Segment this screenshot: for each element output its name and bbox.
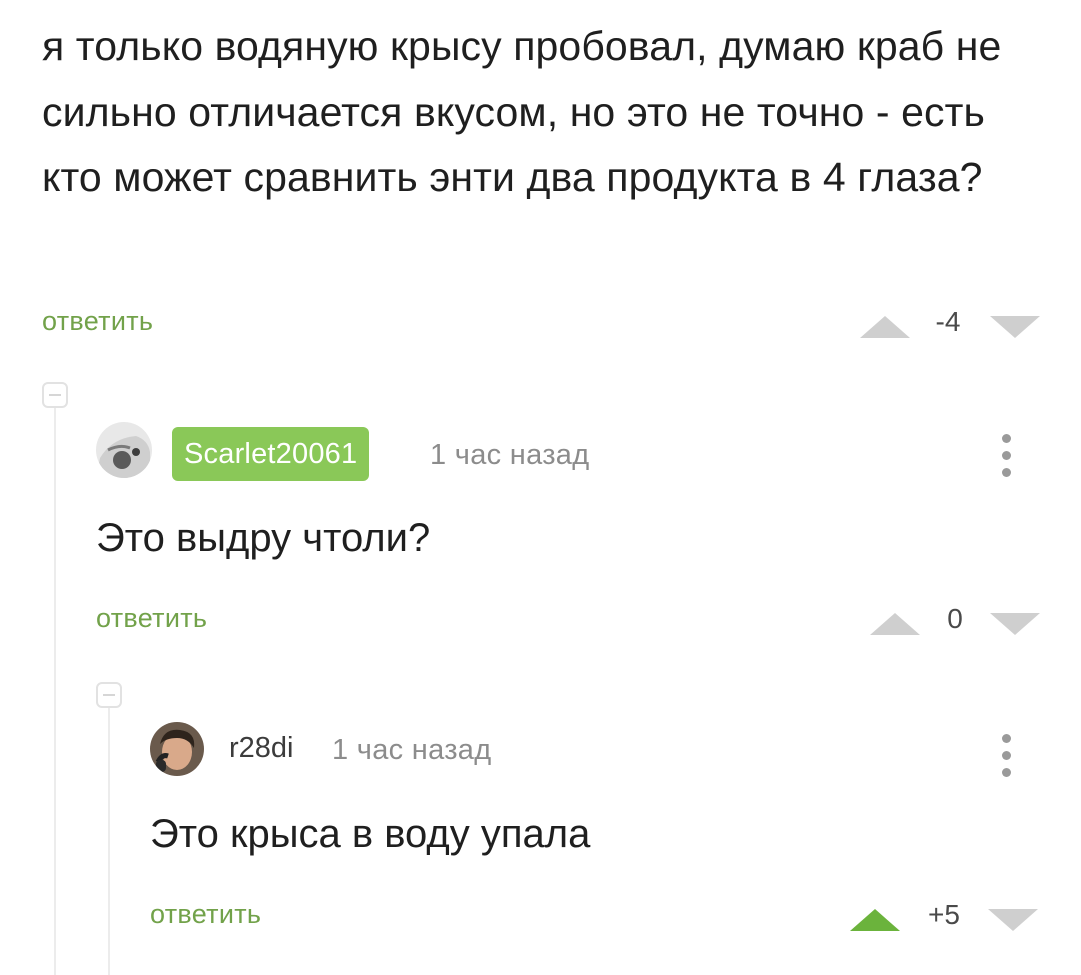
- downvote-icon[interactable]: [990, 613, 1040, 635]
- upvote-active-icon[interactable]: [850, 909, 900, 931]
- score-2: +5: [928, 899, 960, 930]
- score-root: -4: [935, 306, 961, 337]
- avatar-r28di[interactable]: [150, 722, 204, 776]
- vote-controls-2: +5: [850, 899, 1050, 939]
- comment-text-1: Это выдру чтоли?: [96, 516, 431, 560]
- more-options-1-icon[interactable]: [996, 430, 1016, 480]
- author-badge-scarlet[interactable]: Scarlet20061: [172, 427, 370, 481]
- more-options-2-icon[interactable]: [996, 730, 1016, 780]
- comment-time-1: 1 час назад: [430, 439, 590, 471]
- reply-link-root[interactable]: ответить: [42, 306, 153, 337]
- comment-text-2: Это крыса в воду упала: [150, 812, 591, 856]
- author-name-r28di[interactable]: r28di: [229, 732, 294, 765]
- reply-link-1[interactable]: ответить: [96, 603, 207, 634]
- downvote-icon[interactable]: [990, 316, 1040, 338]
- thread-line-2: [108, 708, 110, 975]
- thread-line-1: [54, 408, 56, 975]
- comment-time-2: 1 час назад: [332, 734, 492, 766]
- vote-controls-root: -4: [860, 306, 1050, 346]
- comment-text-root: я только водяную крысу пробовал, думаю к…: [42, 23, 1002, 200]
- downvote-icon[interactable]: [988, 909, 1038, 931]
- score-1: 0: [947, 603, 963, 634]
- upvote-icon[interactable]: [870, 613, 920, 635]
- upvote-icon[interactable]: [860, 316, 910, 338]
- vote-controls-1: 0: [870, 603, 1050, 643]
- collapse-thread-1-icon[interactable]: [42, 382, 68, 408]
- reply-link-2[interactable]: ответить: [150, 899, 261, 930]
- collapse-thread-2-icon[interactable]: [96, 682, 122, 708]
- avatar-scarlet[interactable]: [96, 422, 152, 478]
